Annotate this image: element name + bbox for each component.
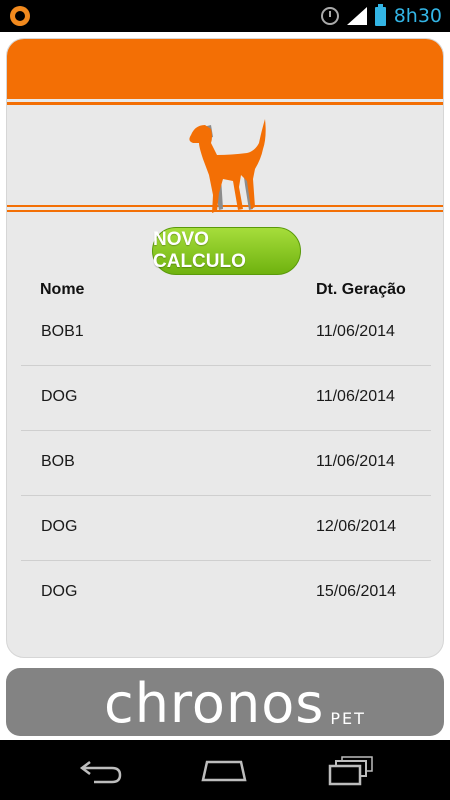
battery-icon (374, 3, 386, 26)
home-icon[interactable] (199, 754, 249, 786)
row-name: DOG (41, 388, 78, 405)
novo-calculo-button[interactable]: NOVO CALCULO (152, 227, 301, 275)
back-icon[interactable] (76, 754, 126, 786)
status-icons: 8h30 (320, 0, 442, 32)
calculation-list: BOB1 11/06/2014 DOG 11/06/2014 BOB 11/06… (21, 301, 431, 626)
footer-logo-bar: chronos PET (6, 668, 444, 736)
alarm-icon (320, 7, 339, 25)
logo-subtext: PET (330, 709, 366, 728)
list-item[interactable]: DOG 15/06/2014 (21, 561, 431, 626)
app-notification-icon (10, 6, 30, 26)
row-date: 15/06/2014 (316, 583, 397, 600)
row-name: DOG (41, 518, 78, 535)
row-name: BOB1 (41, 323, 84, 340)
header-divider (7, 102, 443, 105)
row-date: 11/06/2014 (316, 453, 395, 470)
list-item[interactable]: DOG 12/06/2014 (21, 496, 431, 561)
row-name: DOG (41, 583, 78, 600)
signal-icon (346, 7, 367, 25)
row-date: 11/06/2014 (316, 388, 395, 405)
chronos-pet-logo: chronos PET (104, 672, 366, 732)
list-item[interactable]: DOG 11/06/2014 (21, 366, 431, 431)
dog-icon (189, 119, 266, 213)
status-bar: 8h30 (0, 0, 450, 32)
main-card: NOVO CALCULO Nome Dt. Geração BOB1 11/06… (6, 38, 444, 658)
header-band (7, 39, 443, 99)
navigation-bar (0, 740, 450, 800)
row-date: 11/06/2014 (316, 323, 395, 340)
list-item[interactable]: BOB 11/06/2014 (21, 431, 431, 496)
status-time: 8h30 (393, 5, 442, 27)
list-item[interactable]: BOB1 11/06/2014 (21, 301, 431, 366)
row-date: 12/06/2014 (316, 518, 397, 535)
row-name: BOB (41, 453, 75, 470)
column-header-data: Dt. Geração (316, 281, 406, 298)
logo-text: chronos (104, 672, 325, 735)
column-header-nome: Nome (40, 281, 85, 298)
recent-apps-icon[interactable] (326, 754, 376, 786)
